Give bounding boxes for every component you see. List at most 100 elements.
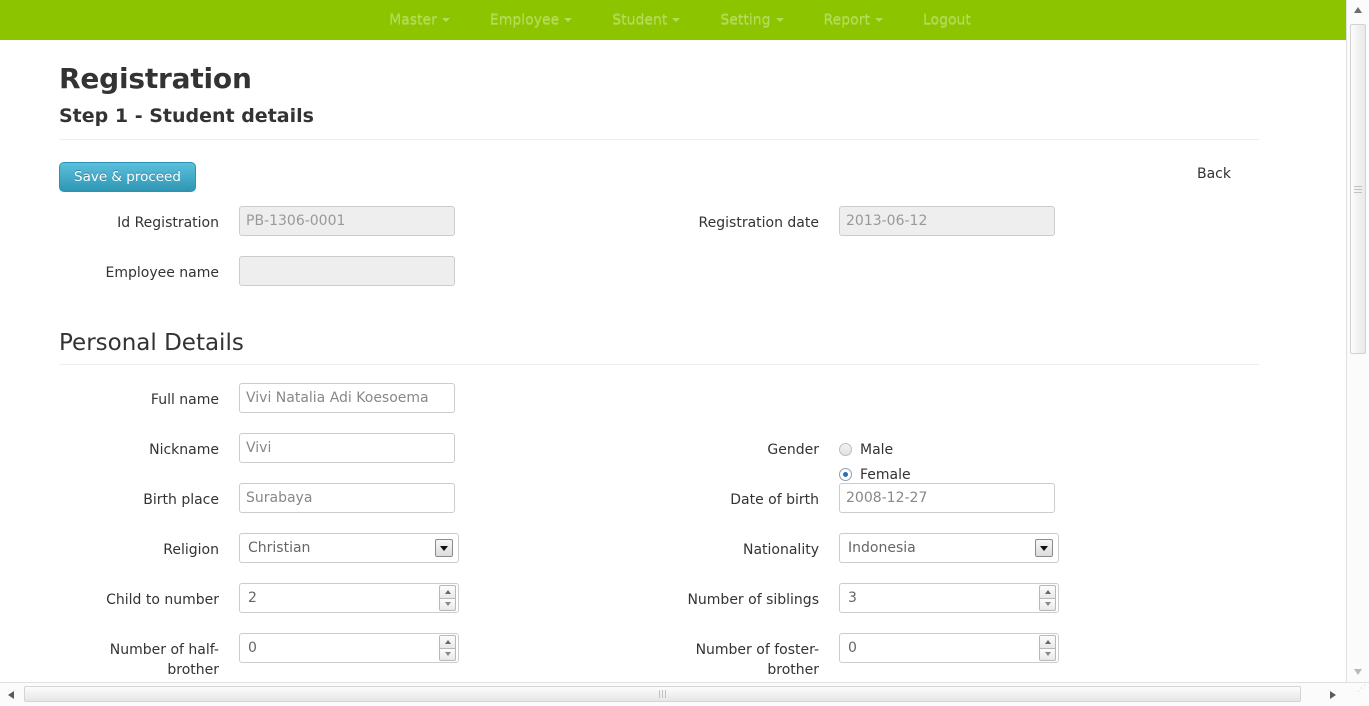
vertical-scrollbar[interactable] bbox=[1346, 0, 1369, 682]
stepper-buttons bbox=[1039, 635, 1056, 661]
field-wrap-number-of-foster-brother: 0 bbox=[839, 633, 1059, 663]
section-title-personal-details: Personal Details bbox=[59, 330, 244, 356]
field-wrap-number-of-half-brother: 0 bbox=[239, 633, 459, 663]
child-to-number-value: 2 bbox=[248, 590, 257, 606]
radio-icon-male bbox=[839, 443, 852, 456]
stepper-down-icon[interactable] bbox=[439, 647, 456, 661]
nav-label-student: Student bbox=[612, 12, 668, 28]
label-date-of-birth: Date of birth bbox=[730, 492, 819, 508]
stepper-up-icon[interactable] bbox=[439, 585, 456, 598]
child-to-number-stepper[interactable]: 2 bbox=[239, 583, 459, 613]
main-navbar: Master Employee Student Setting Report L bbox=[0, 0, 1346, 40]
field-date-of-birth: Date of birth bbox=[659, 483, 1259, 513]
nav-item-student[interactable]: Student bbox=[592, 0, 700, 40]
field-wrap-number-of-siblings: 3 bbox=[839, 583, 1059, 613]
field-wrap-employee-name bbox=[239, 256, 455, 286]
row-employee-name: Employee name bbox=[59, 256, 1259, 306]
nav-item-master[interactable]: Master bbox=[369, 0, 470, 40]
field-wrap-birth-place bbox=[239, 483, 455, 513]
field-wrap-religion: Christian bbox=[239, 533, 459, 563]
stepper-up-icon[interactable] bbox=[1039, 585, 1056, 598]
chevron-down-icon bbox=[441, 18, 450, 22]
row-child-siblings: Child to number 2 Number of siblings 3 bbox=[59, 583, 1259, 633]
stepper-down-icon[interactable] bbox=[1039, 597, 1056, 611]
back-link[interactable]: Back bbox=[1197, 166, 1231, 182]
number-of-half-brother-stepper[interactable]: 0 bbox=[239, 633, 459, 663]
chevron-down-icon bbox=[672, 18, 681, 22]
scroll-left-arrow-icon[interactable] bbox=[1, 684, 21, 705]
field-wrap-nationality: Indonesia bbox=[839, 533, 1059, 563]
stepper-up-icon[interactable] bbox=[439, 635, 456, 648]
label-full-name: Full name bbox=[150, 392, 219, 408]
vertical-scrollbar-thumb[interactable] bbox=[1350, 24, 1366, 354]
nickname-input[interactable] bbox=[239, 433, 455, 463]
label-number-of-half-brother: Number of half-brother bbox=[109, 642, 219, 678]
chevron-down-icon bbox=[874, 18, 883, 22]
row-nickname-gender: Nickname Gender Male bbox=[59, 433, 1259, 483]
field-id-registration: Id Registration bbox=[59, 206, 659, 236]
personal-details-group: Full name Nickname Gen bbox=[59, 383, 1259, 682]
label-child-to-number: Child to number bbox=[106, 592, 219, 608]
page-content: Registration Step 1 - Student details Sa… bbox=[0, 40, 1346, 682]
id-registration-input bbox=[239, 206, 455, 236]
gender-radio-group: Male Female bbox=[839, 433, 911, 487]
religion-select-value: Christian bbox=[248, 540, 311, 556]
label-registration-date: Registration date bbox=[698, 215, 819, 231]
form-container: Registration Step 1 - Student details Sa… bbox=[59, 40, 1259, 682]
radio-icon-female-selected bbox=[839, 468, 852, 481]
dropdown-arrow-icon[interactable] bbox=[1035, 539, 1053, 557]
nav-item-employee[interactable]: Employee bbox=[470, 0, 592, 40]
chevron-down-icon bbox=[775, 18, 784, 22]
row-id-registration: Id Registration Registration date bbox=[59, 206, 1259, 256]
nationality-select[interactable]: Indonesia bbox=[839, 533, 1059, 563]
scroll-down-arrow-icon[interactable] bbox=[1347, 662, 1369, 682]
save-and-proceed-button[interactable]: Save & proceed bbox=[59, 162, 196, 192]
scroll-right-arrow-icon[interactable] bbox=[1323, 684, 1343, 705]
field-nationality: Nationality Indonesia bbox=[659, 533, 1259, 563]
nav-label-report: Report bbox=[823, 12, 870, 28]
field-child-to-number: Child to number 2 bbox=[59, 583, 659, 613]
nav-item-setting[interactable]: Setting bbox=[700, 0, 803, 40]
field-wrap-child-to-number: 2 bbox=[239, 583, 459, 613]
field-religion: Religion Christian bbox=[59, 533, 659, 563]
horizontal-scrollbar[interactable]: ⋰ bbox=[0, 682, 1369, 706]
religion-select[interactable]: Christian bbox=[239, 533, 459, 563]
date-of-birth-input[interactable] bbox=[839, 483, 1055, 513]
label-religion: Religion bbox=[163, 542, 219, 558]
horizontal-scrollbar-thumb[interactable] bbox=[24, 686, 1301, 702]
number-of-siblings-stepper[interactable]: 3 bbox=[839, 583, 1059, 613]
field-wrap-nickname bbox=[239, 433, 455, 463]
dropdown-arrow-icon[interactable] bbox=[435, 539, 453, 557]
full-name-input[interactable] bbox=[239, 383, 455, 413]
field-full-name: Full name bbox=[59, 383, 659, 413]
birth-place-input[interactable] bbox=[239, 483, 455, 513]
gender-label-male: Male bbox=[860, 441, 894, 458]
section-divider bbox=[59, 364, 1259, 365]
label-nationality: Nationality bbox=[742, 542, 819, 558]
field-birth-place: Birth place bbox=[59, 483, 659, 513]
nav-label-logout: Logout bbox=[922, 12, 971, 28]
field-wrap-id-registration bbox=[239, 206, 455, 236]
nav-label-master: Master bbox=[389, 12, 437, 28]
field-gender: Gender Male Female bbox=[659, 433, 1259, 487]
nav-item-logout[interactable]: Logout bbox=[903, 0, 991, 40]
stepper-buttons bbox=[439, 635, 456, 661]
number-of-siblings-value: 3 bbox=[848, 590, 857, 606]
gender-label-female: Female bbox=[860, 466, 911, 483]
action-bar: Save & proceed Back bbox=[59, 158, 1259, 206]
scrollbar-grip-icon bbox=[1354, 184, 1362, 195]
page-title: Registration bbox=[59, 62, 252, 95]
label-birth-place: Birth place bbox=[143, 492, 219, 508]
nav-item-report[interactable]: Report bbox=[804, 0, 903, 40]
stepper-down-icon[interactable] bbox=[439, 597, 456, 611]
stepper-down-icon[interactable] bbox=[1039, 647, 1056, 661]
stepper-up-icon[interactable] bbox=[1039, 635, 1056, 648]
label-employee-name: Employee name bbox=[105, 265, 220, 281]
gender-radio-male[interactable]: Male bbox=[839, 437, 911, 462]
field-number-of-siblings: Number of siblings 3 bbox=[659, 583, 1259, 613]
number-of-foster-brother-stepper[interactable]: 0 bbox=[839, 633, 1059, 663]
registration-info-group: Id Registration Registration date bbox=[59, 206, 1259, 306]
field-number-of-half-brother: Number of half-brother 0 bbox=[59, 633, 659, 680]
scroll-up-arrow-icon[interactable] bbox=[1347, 0, 1369, 20]
field-wrap-date-of-birth bbox=[839, 483, 1055, 513]
